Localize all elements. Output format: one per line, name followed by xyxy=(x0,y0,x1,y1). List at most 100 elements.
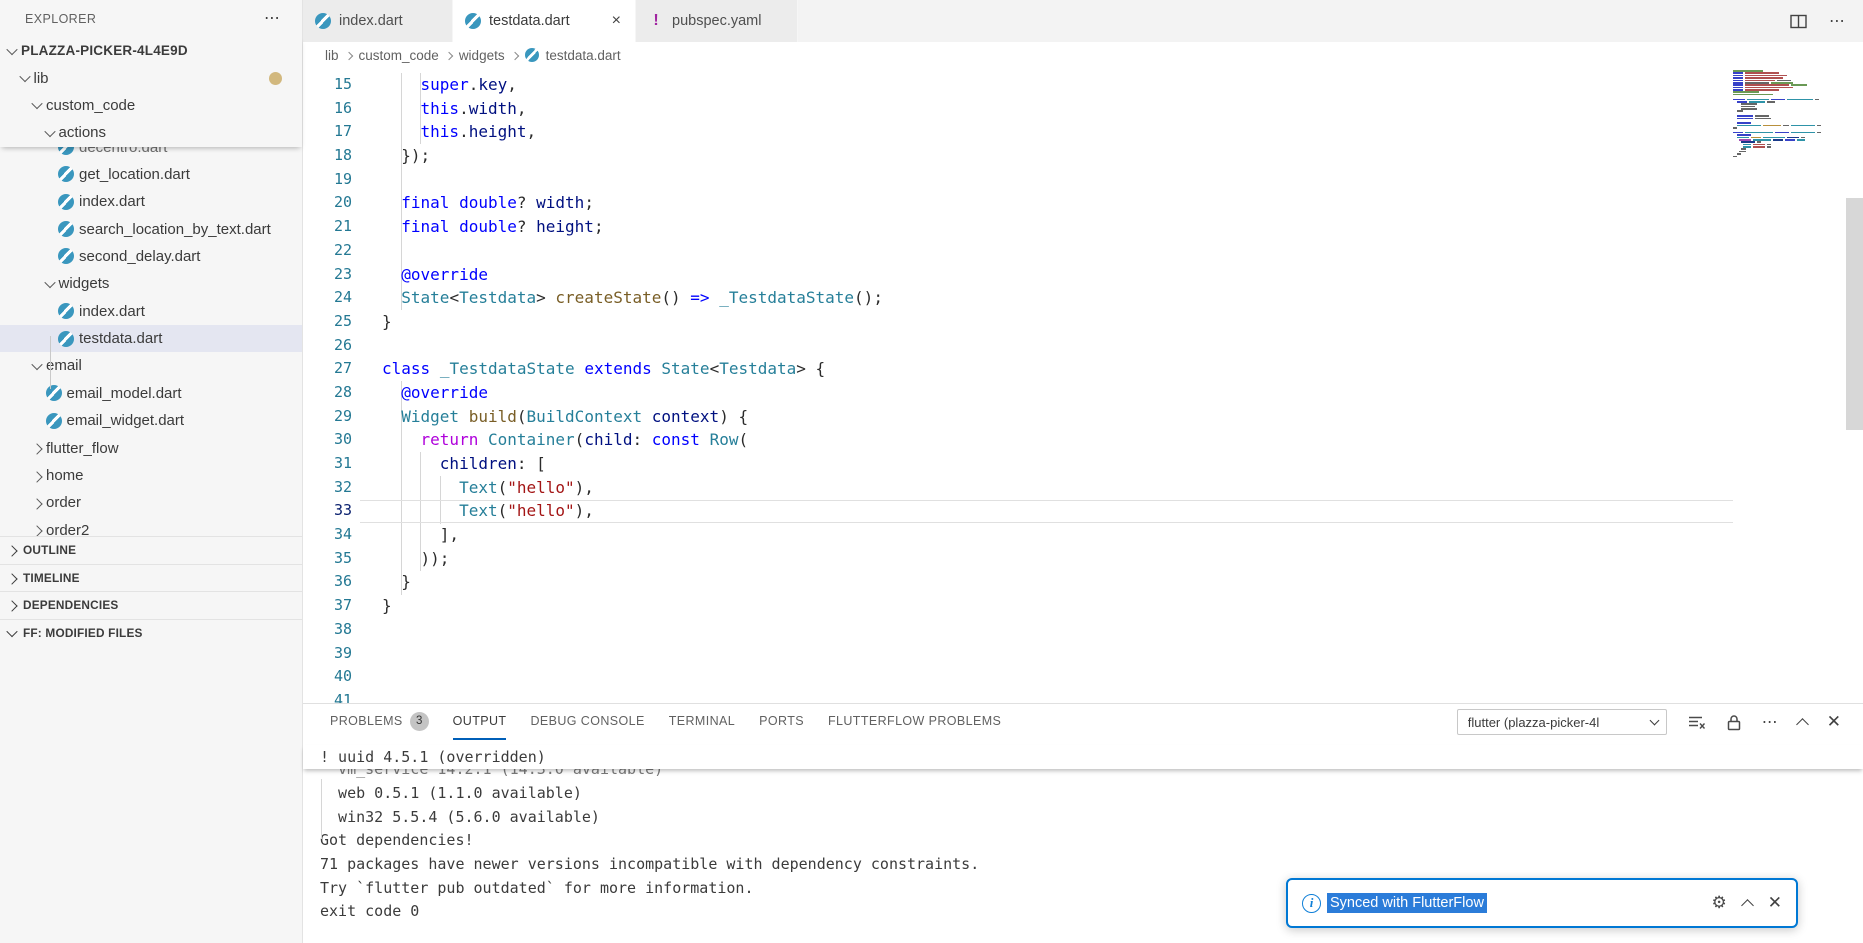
code-text xyxy=(360,642,382,666)
code-line-28[interactable]: 28 @override xyxy=(303,381,1863,405)
code-line-41[interactable]: 41 xyxy=(303,689,1863,703)
code-text xyxy=(360,618,382,642)
tab-pubspec-yaml[interactable]: ! pubspec.yaml xyxy=(636,0,798,42)
split-editor-icon[interactable] xyxy=(1790,14,1807,29)
code-line-34[interactable]: 34 ], xyxy=(303,523,1863,547)
code-text: final double? width; xyxy=(360,191,594,215)
close-panel-icon[interactable]: ✕ xyxy=(1827,712,1841,732)
breadcrumb-file[interactable]: testdata.dart xyxy=(546,48,621,63)
code-line-17[interactable]: 17 this.height, xyxy=(303,120,1863,144)
code-line-26[interactable]: 26 xyxy=(303,334,1863,358)
explorer-sidebar: EXPLORER ⋯ PLAZZA-PICKER-4L4E9Dlibcustom… xyxy=(0,0,303,943)
tree-item-custom-code[interactable]: custom_code xyxy=(0,92,302,119)
code-line-39[interactable]: 39 xyxy=(303,642,1863,666)
code-line-40[interactable]: 40 xyxy=(303,665,1863,689)
chevron-right-icon xyxy=(6,601,17,612)
chevron-right-icon xyxy=(510,51,518,59)
tree-item-email-widget-dart[interactable]: email_widget.dart xyxy=(0,407,302,434)
section-timeline[interactable]: TIMELINE xyxy=(0,564,302,592)
vertical-scrollbar[interactable] xyxy=(1846,198,1863,430)
dart-file-icon xyxy=(58,166,74,182)
tree-item-plazza-picker-4l4e9d[interactable]: PLAZZA-PICKER-4L4E9D xyxy=(0,37,302,64)
panel-tab-debug-console[interactable]: DEBUG CONSOLE xyxy=(530,704,644,740)
lock-scroll-icon[interactable] xyxy=(1726,714,1742,731)
line-number: 17 xyxy=(303,120,360,144)
code-line-18[interactable]: 18 }); xyxy=(303,144,1863,168)
tree-item-home[interactable]: home xyxy=(0,462,302,489)
code-text: return Container(child: const Row( xyxy=(360,428,748,452)
panel-tab-ports[interactable]: PORTS xyxy=(759,704,804,740)
chevron-down-icon xyxy=(1649,716,1659,726)
tree-item-second-delay-dart[interactable]: second_delay.dart xyxy=(0,243,302,270)
tree-item-label: index.dart xyxy=(79,303,145,320)
clear-output-icon[interactable] xyxy=(1687,714,1706,731)
code-line-29[interactable]: 29 Widget build(BuildContext context) { xyxy=(303,405,1863,429)
panel-tab-terminal[interactable]: TERMINAL xyxy=(669,704,735,740)
tree-item-decentro-dart[interactable]: decentro.dart xyxy=(0,147,302,161)
code-line-27[interactable]: 27class _TestdataState extends State<Tes… xyxy=(303,357,1863,381)
close-tab-icon[interactable]: × xyxy=(610,12,623,30)
code-line-16[interactable]: 16 this.width, xyxy=(303,97,1863,121)
code-text xyxy=(360,334,382,358)
code-line-25[interactable]: 25} xyxy=(303,310,1863,334)
panel-tab-output[interactable]: OUTPUT xyxy=(453,704,507,740)
minimap[interactable] xyxy=(1733,70,1793,158)
tree-item-flutter-flow[interactable]: flutter_flow xyxy=(0,434,302,461)
breadcrumb-item[interactable]: widgets xyxy=(459,48,505,63)
code-editor[interactable]: 15 super.key,16 this.width,17 this.heigh… xyxy=(303,68,1863,703)
code-line-15[interactable]: 15 super.key, xyxy=(303,73,1863,97)
tree-item-get-location-dart[interactable]: get_location.dart xyxy=(0,161,302,188)
tree-item-email-model-dart[interactable]: email_model.dart xyxy=(0,380,302,407)
tree-item-index-dart[interactable]: index.dart xyxy=(0,298,302,325)
dart-file-icon xyxy=(58,331,74,347)
code-line-23[interactable]: 23 @override xyxy=(303,263,1863,287)
tree-item-widgets[interactable]: widgets xyxy=(0,270,302,297)
breadcrumb-item[interactable]: custom_code xyxy=(359,48,439,63)
code-line-22[interactable]: 22 xyxy=(303,239,1863,263)
section-ff-modified-files[interactable]: FF: MODIFIED FILES xyxy=(0,619,302,647)
tab-testdata-dart[interactable]: testdata.dart × xyxy=(453,0,636,42)
code-line-37[interactable]: 37} xyxy=(303,594,1863,618)
panel-tab-problems[interactable]: PROBLEMS3 xyxy=(330,704,429,740)
code-line-21[interactable]: 21 final double? height; xyxy=(303,215,1863,239)
more-actions-icon[interactable]: ⋯ xyxy=(264,14,280,24)
close-icon[interactable]: ✕ xyxy=(1768,893,1782,913)
dart-file-icon xyxy=(58,248,74,264)
line-number: 23 xyxy=(303,263,360,287)
code-line-30[interactable]: 30 return Container(child: const Row( xyxy=(303,428,1863,452)
tree-item-actions[interactable]: actions xyxy=(0,119,302,146)
tree-item-order[interactable]: order xyxy=(0,489,302,516)
tree-item-lib[interactable]: lib xyxy=(0,64,302,91)
tree-item-testdata-dart[interactable]: testdata.dart xyxy=(0,325,302,352)
code-line-38[interactable]: 38 xyxy=(303,618,1863,642)
code-line-31[interactable]: 31 children: [ xyxy=(303,452,1863,476)
maximize-panel-icon[interactable] xyxy=(1796,718,1809,731)
line-number: 26 xyxy=(303,334,360,358)
more-actions-icon[interactable]: ⋯ xyxy=(1762,712,1778,732)
code-line-36[interactable]: 36 } xyxy=(303,570,1863,594)
notification-toast[interactable]: i Synced with FlutterFlow ⚙ ✕ xyxy=(1286,878,1798,928)
tab-index-dart[interactable]: index.dart xyxy=(303,0,453,42)
tree-item-index-dart[interactable]: index.dart xyxy=(0,188,302,215)
panel-tab-flutterflow-problems[interactable]: FLUTTERFLOW PROBLEMS xyxy=(828,704,1001,740)
tab-label: pubspec.yaml xyxy=(672,13,761,29)
section-outline[interactable]: OUTLINE xyxy=(0,536,302,564)
code-text: } xyxy=(360,594,392,618)
section-dependencies[interactable]: DEPENDENCIES xyxy=(0,591,302,619)
panel-actions: flutter (plazza-picker-4l ⋯ ✕ xyxy=(1457,704,1863,740)
tree-item-email[interactable]: email xyxy=(0,352,302,379)
gear-icon[interactable]: ⚙ xyxy=(1712,893,1727,913)
code-line-35[interactable]: 35 )); xyxy=(303,547,1863,571)
code-line-19[interactable]: 19 xyxy=(303,168,1863,192)
output-channel-dropdown[interactable]: flutter (plazza-picker-4l xyxy=(1457,709,1667,735)
tree-item-label: flutter_flow xyxy=(46,440,119,457)
code-line-24[interactable]: 24 State<Testdata> createState() => _Tes… xyxy=(303,286,1863,310)
more-actions-icon[interactable]: ⋯ xyxy=(1829,11,1845,31)
code-line-33[interactable]: 33 Text("hello"), xyxy=(303,499,1863,523)
code-text: Text("hello"), xyxy=(360,499,594,523)
tree-item-search-location-by-text-dart[interactable]: search_location_by_text.dart xyxy=(0,215,302,242)
code-line-32[interactable]: 32 Text("hello"), xyxy=(303,476,1863,500)
breadcrumb-item[interactable]: lib xyxy=(325,48,339,63)
chevron-up-icon[interactable] xyxy=(1741,899,1754,912)
code-line-20[interactable]: 20 final double? width; xyxy=(303,191,1863,215)
